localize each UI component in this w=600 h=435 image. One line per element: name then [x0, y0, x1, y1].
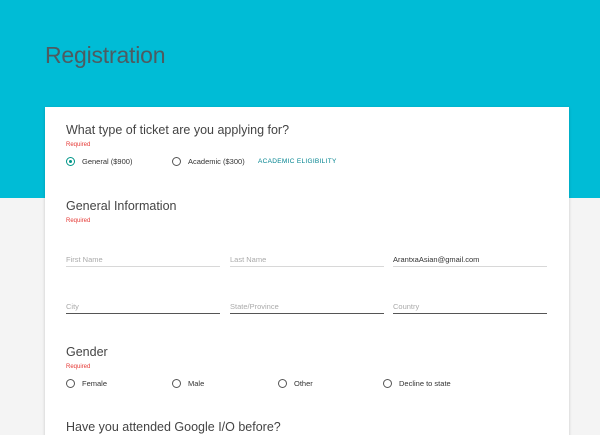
city-input[interactable]	[66, 299, 220, 314]
general-info-title: General Information	[66, 199, 177, 213]
attended-question: Have you attended Google I/O before?	[66, 420, 281, 434]
last-name-input[interactable]	[230, 252, 384, 267]
gender-required-note: Required	[66, 364, 91, 370]
email-input[interactable]	[393, 252, 547, 267]
first-name-input[interactable]	[66, 252, 220, 267]
page-title: Registration	[45, 42, 166, 68]
gender-option-male-label: Male	[188, 379, 205, 388]
state-input[interactable]	[230, 299, 384, 314]
ticket-question: What type of ticket are you applying for…	[66, 123, 290, 137]
ticket-option-academic[interactable]: Academic ($300)	[172, 157, 245, 166]
gender-option-male[interactable]: Male	[172, 379, 204, 388]
registration-form-card: What type of ticket are you applying for…	[45, 107, 569, 435]
gender-option-other[interactable]: Other	[278, 379, 313, 388]
radio-unchecked-icon	[383, 379, 392, 388]
country-input[interactable]	[393, 299, 547, 314]
ticket-option-general[interactable]: General ($900)	[66, 157, 132, 166]
radio-unchecked-icon	[172, 379, 181, 388]
general-info-required-note: Required	[66, 218, 91, 224]
radio-unchecked-icon	[172, 157, 181, 166]
gender-option-female[interactable]: Female	[66, 379, 107, 388]
academic-eligibility-link[interactable]: ACADEMIC ELIGIBILITY	[258, 158, 337, 165]
ticket-option-academic-label: Academic ($300)	[188, 157, 245, 166]
gender-option-female-label: Female	[82, 379, 108, 388]
gender-title: Gender	[66, 345, 108, 359]
radio-unchecked-icon	[278, 379, 287, 388]
ticket-option-general-label: General ($900)	[82, 157, 133, 166]
gender-option-other-label: Other	[294, 379, 313, 388]
gender-option-decline[interactable]: Decline to state	[383, 379, 451, 388]
gender-option-decline-label: Decline to state	[399, 379, 451, 388]
radio-checked-icon	[66, 157, 75, 166]
ticket-required-note: Required	[66, 142, 91, 148]
radio-unchecked-icon	[66, 379, 75, 388]
